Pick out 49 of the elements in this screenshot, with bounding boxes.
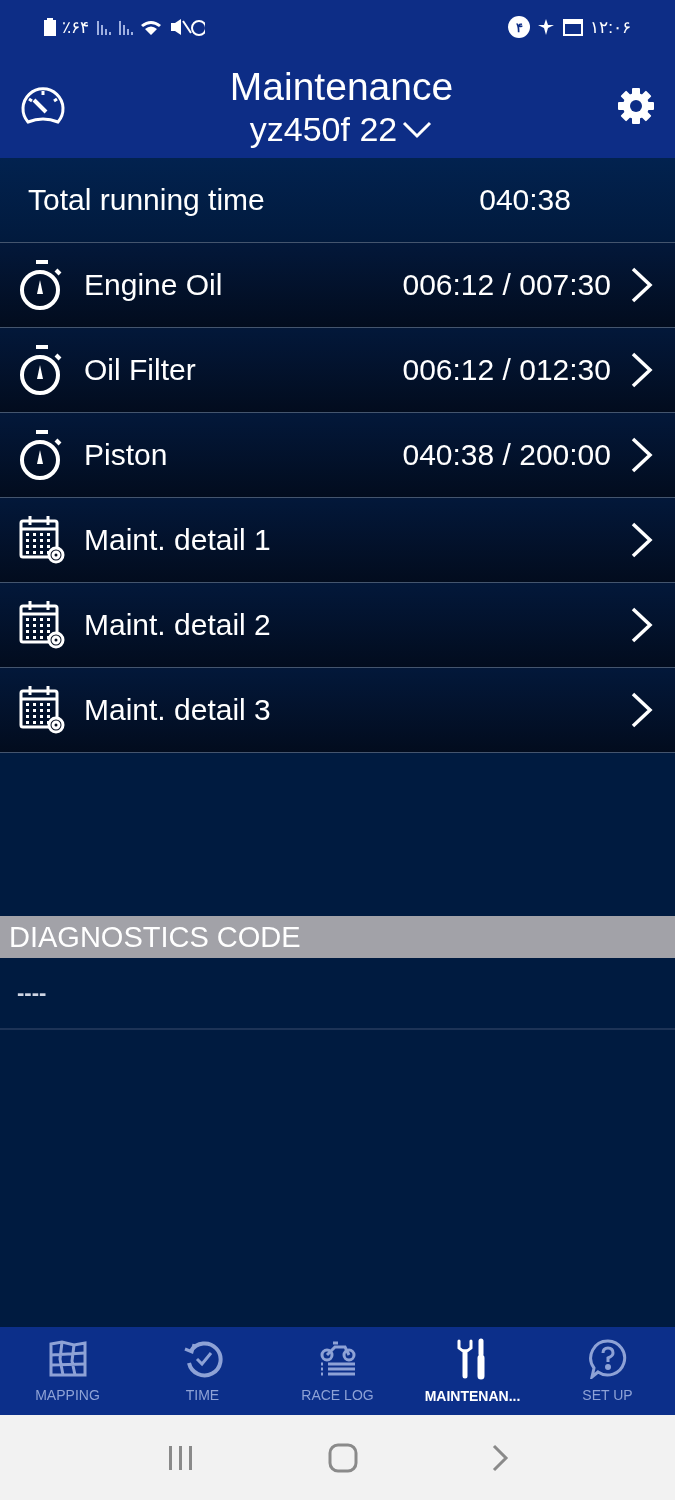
maintenance-item[interactable]: Oil Filter 006:12 / 012:30 <box>0 328 675 413</box>
calendar-gear-icon <box>18 685 66 735</box>
clock-refresh-icon <box>182 1339 223 1379</box>
recent-apps-icon[interactable] <box>166 1443 195 1472</box>
nav-tab[interactable]: MAINTENAN... <box>405 1327 540 1415</box>
battery-icon <box>44 18 56 36</box>
item-hours: 006:12 / 007:30 <box>402 268 611 302</box>
chevron-right-icon <box>629 606 655 644</box>
back-chevron-icon[interactable] <box>490 1442 509 1473</box>
total-running-time-value: 040:38 <box>479 183 571 217</box>
speedometer-icon <box>20 86 66 126</box>
chevron-right-icon <box>629 521 655 559</box>
vehicle-selector[interactable]: yz450f 22 <box>249 109 434 149</box>
settings-icon[interactable] <box>617 87 655 125</box>
notification-badge: ۴ <box>508 16 531 38</box>
chevron-right-icon <box>629 351 655 389</box>
maintenance-item[interactable]: Maint. detail 1 <box>0 498 675 583</box>
item-label: Maint. detail 1 <box>84 523 272 557</box>
item-hours: 006:12 / 012:30 <box>402 353 611 387</box>
maintenance-item[interactable]: Engine Oil 006:12 / 007:30 <box>0 243 675 328</box>
map-icon <box>47 1339 88 1379</box>
screen-title: Maintenance <box>229 63 454 110</box>
calendar-gear-icon <box>18 515 66 565</box>
home-icon[interactable] <box>327 1442 358 1473</box>
nav-tab[interactable]: RACE LOG <box>270 1327 405 1415</box>
item-label: Oil Filter <box>84 353 197 387</box>
diagnostics-header: DIAGNOSTICS CODE <box>0 916 675 958</box>
clock-time: ۱۲:۰۶ <box>590 16 631 38</box>
nav-tab[interactable]: SET UP <box>540 1327 675 1415</box>
battery-percent: ٪۶۴ <box>62 16 89 38</box>
item-label: Maint. detail 3 <box>84 693 272 727</box>
chevron-down-icon <box>401 119 434 139</box>
item-label: Piston <box>84 438 169 472</box>
chevron-right-icon <box>629 266 655 304</box>
item-label: Engine Oil <box>84 268 224 302</box>
help-bubble-icon <box>587 1339 628 1379</box>
diagnostics-value: ---- <box>17 980 47 1006</box>
total-running-time-label: Total running time <box>28 183 265 217</box>
calendar-gear-icon <box>18 600 66 650</box>
nav-tab[interactable]: MAPPING <box>0 1327 135 1415</box>
nav-tab[interactable]: TIME <box>135 1327 270 1415</box>
maintenance-item[interactable]: Maint. detail 3 <box>0 668 675 753</box>
item-hours: 040:38 / 200:00 <box>402 438 611 472</box>
status-icons-drawing <box>536 17 585 37</box>
item-label: Maint. detail 2 <box>84 608 272 642</box>
maintenance-item[interactable]: Piston 040:38 / 200:00 <box>0 413 675 498</box>
chevron-right-icon <box>629 436 655 474</box>
chevron-right-icon <box>629 691 655 729</box>
maintenance-item[interactable]: Maint. detail 2 <box>0 583 675 668</box>
